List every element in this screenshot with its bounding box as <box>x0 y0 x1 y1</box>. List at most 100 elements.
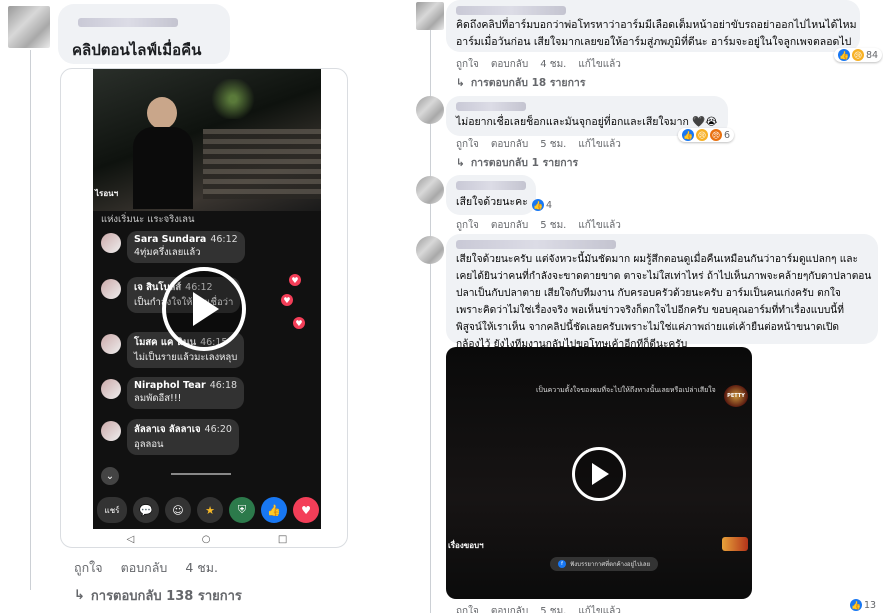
like-action[interactable]: ถูกใจ <box>456 137 479 152</box>
live-message: ไม่เป็นรายแล้วมะเลงหลุบ <box>134 352 238 363</box>
commenter-name[interactable] <box>78 18 178 27</box>
reactions[interactable]: 👍 😢 😠 6 <box>678 128 735 142</box>
live-comment: Niraphol Tear 46:18 ลมพัดอีส!!! <box>101 377 245 409</box>
comment-text: คลิปตอนไลฟ์เมื่อคืน <box>72 41 202 59</box>
comment-line: พิสูจน์ให้เราเห็น จากคลิปนี้ชัดเลยครับเพ… <box>456 322 840 333</box>
avatar[interactable] <box>101 334 121 354</box>
reply-action[interactable]: ตอบกลับ <box>491 604 528 613</box>
comment-icon[interactable]: 💬 <box>133 497 159 523</box>
like-action[interactable]: ถูกใจ <box>456 218 479 233</box>
comment-bubble: เสียใจด้วยนะคะ <box>446 175 536 215</box>
live-comment-bubble: Sara Sundara 46:12 4ทุ่มครึ่งเลยแล้ว <box>127 231 245 263</box>
reactions[interactable]: 👍 13 <box>846 598 880 612</box>
comment-text: เสียใจด้วยนะครับ แต่จังหวะนี้มันชัดมาก ผ… <box>456 251 871 353</box>
caption-pill: f ฟังบรรยากาศที่ตกค้างอยู่ไปเลย <box>550 557 659 571</box>
timestamp[interactable]: 5 ชม. <box>540 218 566 233</box>
heart-icon: ♥ <box>293 317 305 329</box>
live-commenter-name[interactable]: ลัลลาเจ ลัลลาเจ 46:20 <box>134 422 232 437</box>
view-replies[interactable]: ↳ การตอบกลับ 1 รายการ <box>456 154 578 171</box>
comment-line: เคยได้ยินว่าคนที่กำลังจะขาดตายขาด ตาจะไม… <box>456 271 872 282</box>
timestamp[interactable]: 4 ชม. <box>185 558 218 578</box>
watermark: เรื่องขอบฯ <box>448 541 484 550</box>
comment-actions: ถูกใจ ตอบกลับ 5 ชม. แก้ไขแล้ว <box>456 137 621 152</box>
emoji-icon[interactable]: ☺ <box>165 497 191 523</box>
person-figure <box>133 97 193 211</box>
react-count: 84 <box>866 49 879 61</box>
shield-icon[interactable]: ⛨ <box>229 497 255 523</box>
edited-label: แก้ไขแล้ว <box>578 139 621 150</box>
like-icon[interactable]: 👍 <box>261 497 287 523</box>
reply-action[interactable]: ตอบกลับ <box>491 57 528 72</box>
reply-arrow-icon: ↳ <box>74 588 85 603</box>
avatar[interactable] <box>101 279 121 299</box>
reactions[interactable]: 👍 4 <box>528 198 556 212</box>
reply-action[interactable]: ตอบกลับ <box>491 218 528 233</box>
live-timestamp: 46:12 <box>210 234 238 245</box>
home-icon[interactable]: ○ <box>202 534 211 545</box>
back-icon[interactable]: ◁ <box>127 534 135 545</box>
watermark: ไรอนฯ <box>95 189 119 198</box>
live-commenter-name[interactable]: Niraphol Tear 46:18 <box>134 380 237 391</box>
avatar[interactable] <box>416 176 444 204</box>
reply-action[interactable]: ตอบกลับ <box>121 558 168 578</box>
timestamp[interactable]: 5 ชม. <box>540 137 566 152</box>
replies-label: การตอบกลับ 138 รายการ <box>90 589 242 604</box>
avatar[interactable] <box>416 236 444 264</box>
commenter-name[interactable] <box>456 6 566 15</box>
comment-bubble: คลิปตอนไลฟ์เมื่อคืน <box>58 4 230 64</box>
comment-actions: ถูกใจ ตอบกลับ 5 ชม. แก้ไขแล้ว <box>456 604 621 613</box>
live-message: อุลลอน <box>134 439 164 450</box>
video-subtitle: เป็นความตั้งใจของผมที่จะไปให้ถึงทางนั้นเ… <box>536 386 716 394</box>
avatar[interactable] <box>101 233 121 253</box>
facebook-icon: f <box>558 560 566 568</box>
like-action[interactable]: ถูกใจ <box>456 57 479 72</box>
comment-line: อาร์มเมื่อวันก่อน เสียใจมากเลยขอให้อาร์ม… <box>456 36 852 48</box>
react-count: 13 <box>864 599 877 611</box>
view-replies[interactable]: ↳ การตอบกลับ 18 รายการ <box>456 74 585 91</box>
live-timestamp: 46:20 <box>204 424 232 435</box>
reply-arrow-icon: ↳ <box>456 76 465 89</box>
avatar[interactable] <box>101 379 121 399</box>
like-action[interactable]: ถูกใจ <box>74 558 103 578</box>
live-commenter-name[interactable]: Sara Sundara 46:12 <box>134 234 238 245</box>
view-replies[interactable]: ↳ การตอบกลับ 138 รายการ <box>74 585 242 606</box>
edited-label: แก้ไขแล้ว <box>578 606 621 613</box>
play-button[interactable] <box>162 267 246 351</box>
timestamp[interactable]: 5 ชม. <box>540 604 566 613</box>
comment-line: คิดถึงคลิปที่อาร์มบอกว่าพ่อโทรหาว่าอาร์ม… <box>456 19 857 31</box>
love-icon[interactable]: ♥ <box>293 497 319 523</box>
fence <box>203 129 321 199</box>
timestamp[interactable]: 4 ชม. <box>540 57 566 72</box>
replies-label: การตอบกลับ 18 รายการ <box>470 77 586 89</box>
comment-bubble: เสียใจด้วยนะครับ แต่จังหวะนี้มันชัดมาก ผ… <box>446 234 878 350</box>
comment-actions: ถูกใจ ตอบกลับ 5 ชม. แก้ไขแล้ว <box>456 218 621 233</box>
edited-label: แก้ไขแล้ว <box>578 220 621 231</box>
avatar[interactable] <box>416 96 444 124</box>
commenter-name[interactable] <box>456 102 526 111</box>
play-icon <box>592 463 609 485</box>
avatar[interactable] <box>101 421 121 441</box>
comment-bubble: คิดถึงคลิปที่อาร์มบอกว่าพ่อโทรหาว่าอาร์ม… <box>446 0 860 52</box>
live-action-bar: แชร์ 💬 ☺ ★ ⛨ 👍 ♥ <box>93 494 321 526</box>
live-timestamp: 46:18 <box>209 380 238 391</box>
commenter-name[interactable] <box>456 181 526 190</box>
expand-icon[interactable]: ⌄ <box>101 467 119 485</box>
share-button[interactable]: แชร์ <box>97 497 127 523</box>
star-icon[interactable]: ★ <box>197 497 223 523</box>
name-text: Niraphol Tear <box>134 380 206 391</box>
thread-line <box>30 50 31 590</box>
recents-icon[interactable]: □ <box>278 534 287 545</box>
avatar[interactable] <box>8 6 50 48</box>
share-label: แชร์ <box>104 505 120 515</box>
play-button[interactable] <box>572 447 626 501</box>
edited-label: แก้ไขแล้ว <box>578 59 621 70</box>
reply-action[interactable]: ตอบกลับ <box>491 137 528 152</box>
live-comment-bubble: Niraphol Tear 46:18 ลมพัดอีส!!! <box>127 377 245 409</box>
comment-actions: ถูกใจ ตอบกลับ 4 ชม. <box>74 558 218 578</box>
commenter-name[interactable] <box>456 240 616 249</box>
corner-logo <box>722 537 748 551</box>
like-action[interactable]: ถูกใจ <box>456 604 479 613</box>
video-player[interactable]: เป็นความตั้งใจของผมที่จะไปให้ถึงทางนั้นเ… <box>446 347 752 599</box>
reactions[interactable]: 👍 😢 84 <box>834 48 883 62</box>
avatar[interactable] <box>416 2 444 30</box>
